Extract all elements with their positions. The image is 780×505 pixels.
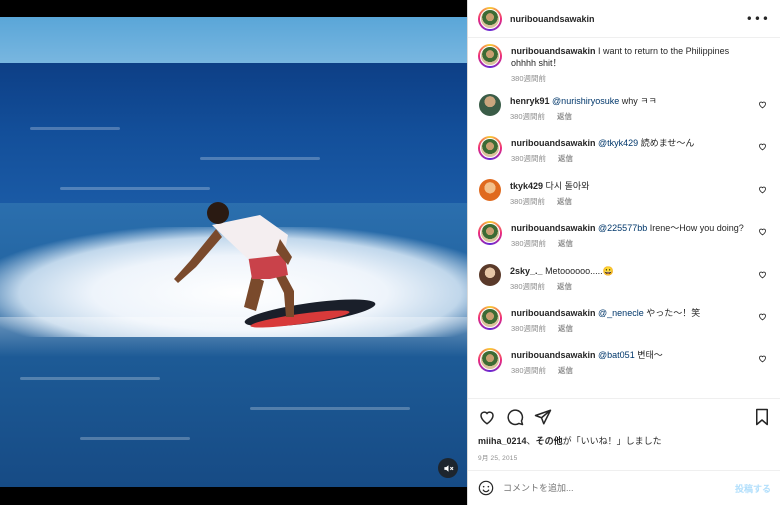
reply-button[interactable]: 返信	[557, 282, 572, 291]
muted-speaker-icon	[443, 464, 453, 472]
comment-mention[interactable]: @nurishiryosuke	[552, 96, 619, 106]
commenter-avatar[interactable]	[479, 94, 501, 116]
action-bar: miiha_0214、その他が「いいね！」しました 9月 25, 2015	[468, 398, 780, 462]
reply-button[interactable]: 返信	[558, 154, 573, 163]
comment-row: henryk91 @nurishiryosuke why ㅋㅋ 380週間前 返信	[478, 94, 771, 136]
comment-time[interactable]: 380週間前	[511, 366, 546, 375]
comment-username[interactable]: nuribouandsawakin	[511, 223, 596, 233]
reply-button[interactable]: 返信	[557, 112, 572, 121]
commenter-avatar[interactable]	[479, 178, 501, 201]
comment-mention[interactable]: @bat051	[598, 350, 635, 360]
likes-separator: 、	[526, 436, 536, 446]
comment-time[interactable]: 380週間前	[510, 282, 545, 291]
emoji-icon[interactable]	[478, 480, 494, 496]
comment-row: nuribouandsawakin @tkyk429 読めませ〜ん 380週間前…	[478, 136, 771, 178]
more-options-icon[interactable]: •••	[746, 12, 770, 26]
video-sky	[0, 17, 467, 65]
likes-others-link[interactable]: その他	[536, 436, 563, 446]
comment-mention[interactable]: @tkyk429	[598, 138, 638, 148]
heart-icon[interactable]	[758, 185, 767, 194]
comment-username[interactable]: tkyk429	[510, 181, 543, 191]
heart-icon[interactable]	[758, 354, 767, 363]
commenter-avatar[interactable]	[479, 263, 501, 286]
likes-summary: miiha_0214、その他が「いいね！」しました	[478, 434, 771, 447]
video-ripple	[60, 187, 210, 190]
reply-button[interactable]: 返信	[558, 366, 573, 375]
comment-text: Irene〜How you doing?	[649, 223, 744, 234]
author-avatar[interactable]	[478, 6, 502, 31]
post-date[interactable]: 9月 25, 2015	[478, 452, 771, 462]
caption-avatar[interactable]	[478, 44, 502, 68]
comment-mention[interactable]: @_nenecle	[598, 308, 644, 318]
heart-icon[interactable]	[758, 142, 767, 151]
comment-time[interactable]: 380週間前	[510, 197, 545, 206]
caption-time[interactable]: 380週間前	[511, 74, 546, 83]
surfer-figure	[174, 202, 376, 328]
reply-button[interactable]: 返信	[557, 197, 572, 206]
comment-username[interactable]: nuribouandsawakin	[511, 138, 596, 148]
caption-username[interactable]: nuribouandsawakin	[511, 46, 596, 56]
video-sea	[0, 63, 467, 203]
comment-input[interactable]	[503, 483, 735, 493]
comment-text: 다시 돌아와	[545, 180, 590, 191]
comment-mention[interactable]: @225577bb	[598, 223, 647, 233]
video-ripple	[250, 407, 410, 410]
caption: nuribouandsawakin I want to return to th…	[478, 44, 771, 94]
video-ripple	[20, 377, 160, 380]
video-ripple	[200, 157, 320, 160]
comment-text: 読めませ〜ん	[640, 138, 695, 149]
comment-username[interactable]: nuribouandsawakin	[511, 308, 596, 318]
author-username[interactable]: nuribouandsawakin	[510, 14, 746, 24]
comment-time[interactable]: 380週間前	[511, 239, 546, 248]
heart-icon[interactable]	[758, 270, 767, 279]
video-ripple	[30, 127, 120, 130]
post-header: nuribouandsawakin •••	[468, 0, 780, 38]
comment-username[interactable]: henryk91	[510, 96, 550, 106]
likes-suffix: が「いいね！」しました	[562, 436, 662, 446]
comment-time[interactable]: 380週間前	[511, 324, 546, 333]
comment-list[interactable]: nuribouandsawakin I want to return to th…	[468, 38, 780, 398]
share-icon[interactable]	[534, 408, 552, 426]
post-comment-button[interactable]: 投稿する	[735, 482, 771, 495]
commenter-avatar[interactable]	[478, 136, 502, 161]
comment-time[interactable]: 380週間前	[510, 112, 545, 121]
commenter-avatar[interactable]	[478, 221, 502, 246]
video-ripple	[80, 437, 190, 440]
caption-text: nuribouandsawakin I want to return to th…	[511, 45, 771, 69]
heart-icon[interactable]	[758, 312, 767, 321]
bookmark-icon[interactable]	[753, 408, 771, 426]
mute-button[interactable]	[438, 458, 458, 478]
video-player[interactable]	[0, 0, 467, 505]
surf-video-frame[interactable]	[0, 17, 467, 487]
comment-row: nuribouandsawakin @_nenecle やった〜！笑 380週間…	[478, 305, 771, 348]
comment-row: nuribouandsawakin @225577bb Irene〜How yo…	[478, 221, 771, 263]
commenter-avatar[interactable]	[478, 305, 502, 330]
add-comment-bar: 投稿する	[468, 470, 780, 505]
heart-icon[interactable]	[478, 408, 496, 426]
comment-row: tkyk429 다시 돌아와 380週間前 返信	[478, 178, 771, 221]
caption-meta: 380週間前	[511, 73, 771, 84]
comment-row: nuribouandsawakin @bat051 변태〜 380週間前 返信	[478, 348, 771, 390]
reply-button[interactable]: 返信	[558, 324, 573, 333]
heart-icon[interactable]	[758, 100, 767, 109]
heart-icon[interactable]	[758, 227, 767, 236]
comment-text: why ㅋㅋ	[621, 96, 657, 106]
comment-row: 2sky_._ Metoooooo.....😀 380週間前 返信	[478, 263, 771, 306]
comment-text: 변태〜	[637, 350, 663, 361]
comment-text: Metoooooo.....😀	[545, 265, 614, 276]
liker-username[interactable]: miiha_0214	[478, 436, 527, 446]
comment-username[interactable]: 2sky_._	[510, 266, 543, 276]
comment-icon[interactable]	[506, 408, 524, 426]
reply-button[interactable]: 返信	[558, 239, 573, 248]
comment-time[interactable]: 380週間前	[511, 154, 546, 163]
comment-username[interactable]: nuribouandsawakin	[511, 350, 596, 360]
comment-text: やった〜！笑	[646, 307, 701, 318]
commenter-avatar[interactable]	[478, 348, 502, 373]
post-side-panel: nuribouandsawakin ••• nuribouandsawakin …	[467, 0, 780, 505]
